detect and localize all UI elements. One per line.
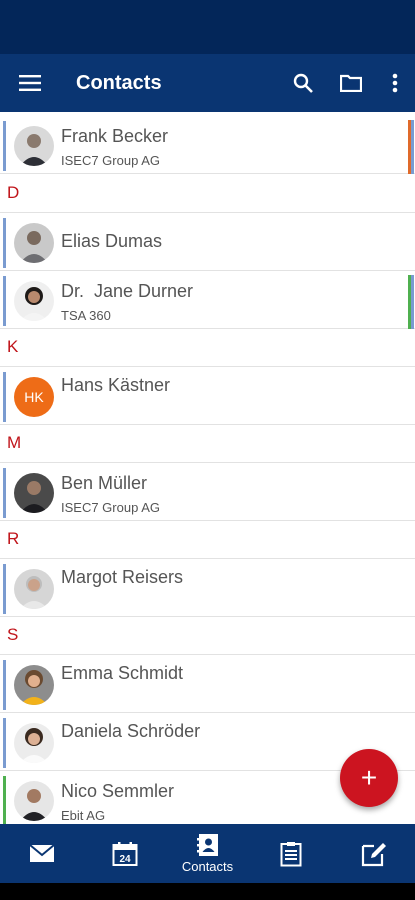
- section-letter: M: [7, 433, 22, 452]
- contact-row[interactable]: Dr. Jane Durner TSA 360: [0, 271, 415, 329]
- avatar: [14, 665, 54, 705]
- nav-contacts[interactable]: Contacts: [166, 824, 249, 883]
- section-letter: S: [7, 625, 19, 644]
- search-icon: [293, 73, 313, 93]
- section-header: M: [0, 425, 415, 463]
- section-letter: R: [7, 529, 20, 548]
- add-icon: +: [360, 762, 378, 793]
- row-accent-bar: [3, 468, 6, 518]
- avatar: [14, 723, 54, 763]
- contact-name: Emma Schmidt: [61, 663, 184, 683]
- avatar: [14, 281, 54, 321]
- more-options-button[interactable]: [375, 54, 415, 112]
- contact-name: Dr. Jane Durner: [61, 281, 194, 301]
- contact-name: Ben Müller: [61, 473, 148, 493]
- contact-row[interactable]: HK Hans Kästner: [0, 367, 415, 425]
- section-header: K: [0, 329, 415, 367]
- contact-name: Frank Becker: [61, 126, 169, 146]
- avatar-initials: HK: [24, 389, 44, 405]
- row-accent-bar: [3, 121, 6, 171]
- app-bar: Contacts: [0, 54, 415, 112]
- section-letter: K: [7, 337, 19, 356]
- section-header: S: [0, 617, 415, 655]
- contacts-icon: [196, 834, 218, 856]
- contact-company: TSA 360: [61, 308, 111, 323]
- mail-icon: [28, 844, 55, 862]
- contact-name: Elias Dumas: [61, 231, 163, 251]
- add-contact-button[interactable]: +: [340, 749, 398, 807]
- folder-icon: [340, 74, 362, 92]
- contact-row[interactable]: Elias Dumas: [0, 213, 415, 271]
- row-accent-bar: [3, 776, 6, 824]
- initials-avatar: HK: [14, 377, 54, 417]
- contact-name: Daniela Schröder: [61, 721, 201, 741]
- section-header: R: [0, 521, 415, 559]
- hamburger-menu-icon: [19, 75, 41, 91]
- row-accent-bar: [3, 660, 6, 710]
- avatar: [14, 781, 54, 821]
- menu-button[interactable]: [0, 54, 60, 112]
- more-vert-icon: [392, 73, 398, 93]
- nav-notes[interactable]: [332, 824, 415, 883]
- avatar: [14, 473, 54, 513]
- section-header: D: [0, 175, 415, 213]
- contact-company: Ebit AG: [61, 808, 106, 823]
- avatar: [14, 223, 54, 263]
- contact-name: Margot Reisers: [61, 567, 184, 587]
- nav-calendar[interactable]: 24: [83, 824, 166, 883]
- row-accent-bar: [3, 276, 6, 326]
- nav-tasks[interactable]: [249, 824, 332, 883]
- contact-name: Hans Kästner: [61, 375, 171, 395]
- page-title: Contacts: [76, 71, 162, 94]
- folder-button[interactable]: [327, 54, 375, 112]
- row-accent-bar: [3, 564, 6, 614]
- contact-name: Nico Semmler: [61, 781, 175, 801]
- tag-stripe: [411, 120, 414, 174]
- contact-company: ISEC7 Group AG: [61, 153, 160, 168]
- contact-company: ISEC7 Group AG: [61, 500, 160, 515]
- contact-row[interactable]: Margot Reisers: [0, 559, 415, 617]
- bottom-navigation: 24 Contacts: [0, 824, 415, 883]
- nav-label: Contacts: [181, 859, 234, 874]
- tasks-clipboard-icon: [280, 841, 301, 866]
- notes-edit-icon: [361, 842, 386, 866]
- row-accent-bar: [3, 718, 6, 768]
- contact-row[interactable]: Ben Müller ISEC7 Group AG: [0, 463, 415, 521]
- avatar: [14, 569, 54, 609]
- nav-mail[interactable]: [0, 824, 83, 883]
- search-button[interactable]: [279, 54, 327, 112]
- calendar-date-badge: 24: [119, 854, 131, 865]
- contact-list[interactable]: Frank Becker ISEC7 Group AG D Elias Duma…: [0, 112, 415, 824]
- row-accent-bar: [3, 372, 6, 422]
- tag-stripe: [411, 275, 414, 329]
- row-accent-bar: [3, 218, 6, 268]
- system-gesture-bar: [0, 883, 415, 900]
- contact-row[interactable]: Emma Schmidt: [0, 655, 415, 713]
- status-bar: [0, 0, 415, 54]
- calendar-icon: 24: [112, 841, 137, 866]
- section-letter: D: [7, 183, 20, 202]
- contact-row[interactable]: Frank Becker ISEC7 Group AG: [0, 116, 415, 174]
- avatar: [14, 126, 54, 166]
